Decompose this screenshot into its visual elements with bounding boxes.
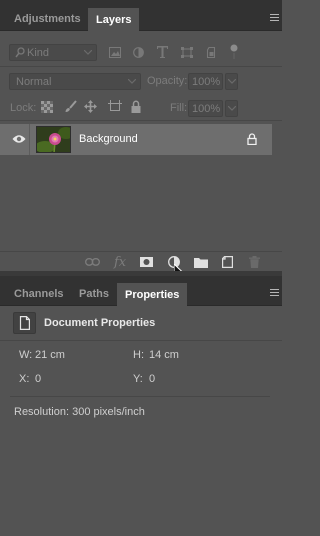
- panel-menu-icon[interactable]: [270, 14, 279, 23]
- y-value[interactable]: 0: [149, 373, 155, 385]
- layer-row-background[interactable]: Background: [0, 124, 272, 155]
- layer-lock-icon: [247, 133, 257, 145]
- tab-adjustments[interactable]: Adjustments: [6, 7, 89, 31]
- fill-input[interactable]: 100%: [188, 100, 223, 117]
- type-filter-icon[interactable]: [157, 46, 168, 58]
- document-icon: [13, 312, 36, 334]
- layers-tab-bar: Adjustments Layers: [0, 0, 282, 31]
- fill-label: Fill:: [170, 102, 188, 114]
- lock-label: Lock:: [10, 102, 37, 114]
- add-mask-icon[interactable]: [140, 257, 153, 267]
- x-value[interactable]: 0: [35, 373, 41, 385]
- opacity-label: Opacity:: [147, 75, 188, 87]
- blend-mode-value: Normal: [16, 76, 52, 88]
- layer-style-fx-button[interactable]: fx: [114, 255, 126, 270]
- width-value[interactable]: 21 cm: [35, 349, 65, 361]
- resolution-text: Resolution: 300 pixels/inch: [14, 406, 145, 418]
- filter-toggle-icon[interactable]: [230, 44, 238, 60]
- artboard-icon[interactable]: [108, 100, 122, 113]
- chevron-down-icon: [84, 50, 92, 55]
- properties-tab-bar: Channels Paths Properties: [0, 276, 282, 306]
- tab-layers[interactable]: Layers: [88, 8, 140, 31]
- adjustment-filter-icon[interactable]: [133, 47, 144, 58]
- x-label: X:: [19, 373, 30, 385]
- layer-thumbnail: [36, 126, 71, 153]
- new-layer-icon[interactable]: [222, 256, 233, 268]
- tab-properties[interactable]: Properties: [117, 283, 188, 306]
- smart-object-filter-icon[interactable]: [206, 47, 217, 58]
- properties-heading: Document Properties: [44, 317, 156, 329]
- link-layers-icon[interactable]: [85, 258, 100, 266]
- y-label: Y:: [133, 373, 143, 385]
- eye-icon[interactable]: [12, 134, 26, 144]
- filter-kind-value: Kind: [27, 47, 50, 59]
- chevron-down-icon: [128, 79, 136, 84]
- brush-icon[interactable]: [64, 100, 77, 113]
- opacity-dropdown-button[interactable]: [225, 73, 238, 90]
- delete-layer-icon[interactable]: [249, 256, 260, 268]
- pixel-filter-icon[interactable]: [109, 47, 121, 58]
- tab-channels[interactable]: Channels: [6, 282, 72, 306]
- lock-icon[interactable]: [131, 100, 141, 113]
- opacity-input[interactable]: 100%: [188, 73, 223, 90]
- search-icon: [15, 47, 25, 58]
- filter-kind-select[interactable]: Kind: [9, 44, 97, 61]
- height-value[interactable]: 14 cm: [149, 349, 179, 361]
- fill-value: 100%: [192, 103, 221, 115]
- height-label: H:: [133, 349, 144, 361]
- fill-dropdown-button[interactable]: [225, 100, 238, 117]
- lock-transparent-pixels-icon[interactable]: [41, 101, 53, 113]
- layer-name[interactable]: Background: [79, 133, 138, 145]
- width-label: W:: [19, 349, 33, 361]
- panel-menu-icon[interactable]: [270, 289, 279, 298]
- new-group-icon[interactable]: [194, 257, 208, 268]
- move-icon[interactable]: [84, 100, 97, 113]
- chevron-down-icon: [228, 79, 236, 84]
- shape-filter-icon[interactable]: [181, 47, 193, 58]
- blend-mode-select[interactable]: Normal: [9, 73, 141, 90]
- opacity-value: 100%: [192, 76, 221, 88]
- chevron-down-icon: [228, 106, 236, 111]
- tab-paths[interactable]: Paths: [71, 282, 117, 306]
